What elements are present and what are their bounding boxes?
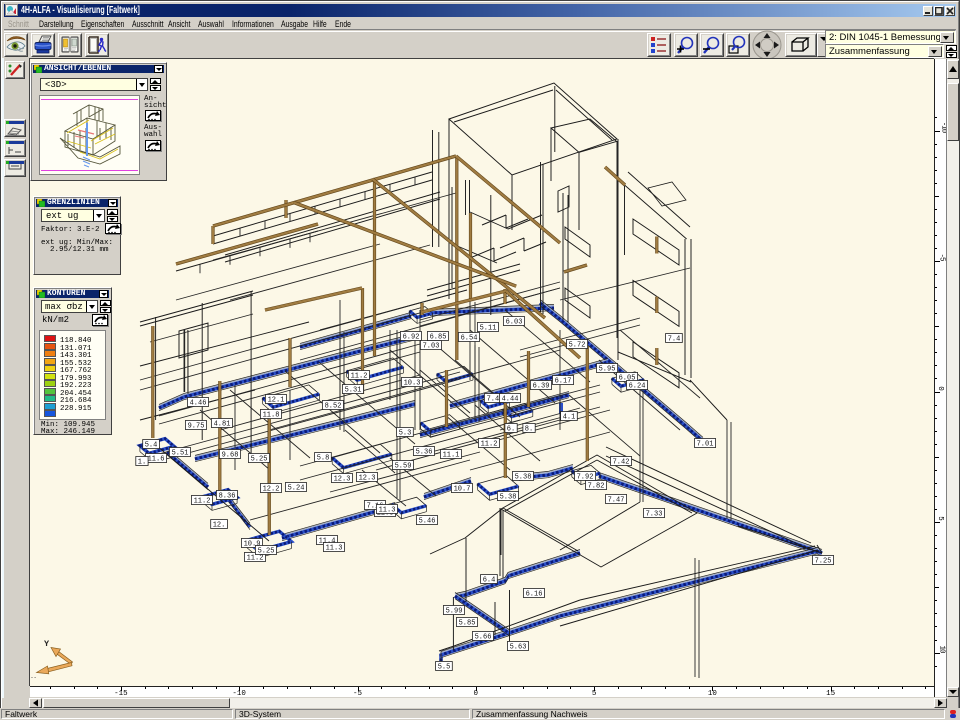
- svg-text:7.42: 7.42: [613, 459, 630, 467]
- svg-text:11.2: 11.2: [194, 498, 211, 506]
- svg-text:X: X: [31, 676, 37, 678]
- svg-text:7.4: 7.4: [668, 336, 681, 344]
- svg-text:5.63: 5.63: [510, 644, 527, 652]
- svg-text:5.59: 5.59: [395, 463, 412, 471]
- svg-text:6.24: 6.24: [629, 383, 646, 391]
- svg-text:5.72: 5.72: [569, 342, 586, 350]
- svg-text:10.3: 10.3: [404, 380, 421, 388]
- svg-text:5.5: 5.5: [438, 664, 451, 672]
- svg-text:7.33: 7.33: [646, 511, 663, 519]
- svg-text:6.54: 6.54: [461, 335, 478, 343]
- svg-text:5.38: 5.38: [515, 474, 532, 482]
- svg-text:5.36: 5.36: [416, 449, 433, 457]
- svg-text:Y: Y: [44, 639, 50, 649]
- svg-text:6.92: 6.92: [403, 334, 420, 342]
- svg-text:12.: 12.: [213, 522, 226, 530]
- svg-text:12.1: 12.1: [268, 397, 285, 405]
- svg-text:6.39: 6.39: [533, 383, 550, 391]
- svg-text:5.8: 5.8: [317, 455, 330, 463]
- svg-text:11.8: 11.8: [263, 412, 280, 420]
- svg-text:5.85: 5.85: [459, 620, 476, 628]
- svg-text:11.2: 11.2: [481, 441, 498, 449]
- svg-text:8.36: 8.36: [219, 493, 236, 501]
- svg-text:12.3: 12.3: [359, 475, 376, 483]
- svg-text:4.1: 4.1: [563, 414, 576, 422]
- svg-text:7.03: 7.03: [423, 343, 440, 351]
- svg-text:5.24: 5.24: [288, 485, 305, 493]
- svg-text:1.: 1.: [138, 459, 146, 467]
- svg-text:5.25: 5.25: [251, 456, 268, 464]
- svg-text:12.2: 12.2: [263, 486, 280, 494]
- svg-text:6.03: 6.03: [506, 319, 523, 327]
- svg-text:9.75: 9.75: [188, 423, 205, 431]
- svg-text:4.44: 4.44: [502, 396, 519, 404]
- svg-text:5.4: 5.4: [145, 442, 158, 450]
- svg-text:11.2: 11.2: [247, 555, 264, 563]
- svg-text:4.46: 4.46: [190, 400, 207, 408]
- svg-text:12.3: 12.3: [334, 476, 351, 484]
- svg-text:11.6: 11.6: [148, 456, 165, 464]
- svg-text:5.31: 5.31: [345, 387, 362, 395]
- svg-text:11.3: 11.3: [326, 545, 343, 553]
- svg-text:5.25: 5.25: [258, 548, 275, 556]
- svg-text:11.2: 11.2: [351, 373, 368, 381]
- svg-text:7.82: 7.82: [588, 483, 605, 491]
- svg-text:6.85: 6.85: [430, 334, 447, 342]
- svg-text:5.38: 5.38: [500, 494, 517, 502]
- svg-text:5.99: 5.99: [446, 608, 463, 616]
- svg-text:6.17: 6.17: [555, 378, 572, 386]
- svg-text:7.01: 7.01: [697, 441, 714, 449]
- svg-text:5.11: 5.11: [480, 325, 497, 333]
- svg-text:11.3: 11.3: [379, 507, 396, 515]
- svg-text:6.: 6.: [507, 426, 515, 434]
- svg-text:7.47: 7.47: [608, 497, 625, 505]
- svg-text:5.66: 5.66: [475, 634, 492, 642]
- svg-text:11.1: 11.1: [443, 452, 460, 460]
- svg-text:8.52: 8.52: [325, 403, 342, 411]
- svg-text:9.68: 9.68: [222, 452, 239, 460]
- svg-text:10.7: 10.7: [454, 486, 471, 494]
- svg-text:8.: 8.: [525, 426, 533, 434]
- svg-text:5.46: 5.46: [419, 518, 436, 526]
- svg-text:5.3: 5.3: [399, 430, 412, 438]
- svg-text:4.81: 4.81: [214, 421, 231, 429]
- svg-text:6.16: 6.16: [526, 591, 543, 599]
- svg-text:7.25: 7.25: [815, 558, 832, 566]
- svg-text:5.95: 5.95: [599, 366, 616, 374]
- svg-text:6.4: 6.4: [483, 577, 496, 585]
- svg-text:5.51: 5.51: [172, 450, 189, 458]
